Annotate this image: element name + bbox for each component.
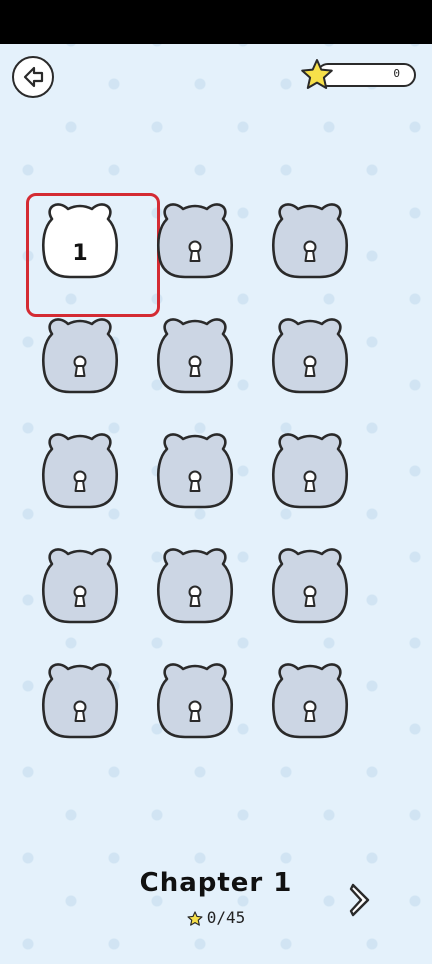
keyhole-icon	[188, 240, 202, 262]
bear-head-icon	[41, 433, 119, 509]
level-tile-locked[interactable]	[30, 657, 130, 757]
keyhole-icon	[188, 585, 202, 607]
bear-head-icon	[41, 318, 119, 394]
level-tile-locked[interactable]	[145, 427, 245, 527]
level-number: 1	[72, 241, 88, 266]
level-tile[interactable]: 1	[30, 197, 130, 297]
chevron-right-icon	[349, 883, 370, 917]
keyhole-icon	[303, 585, 317, 607]
bear-head-icon	[271, 203, 349, 279]
level-tile-locked[interactable]	[30, 542, 130, 642]
back-button[interactable]	[12, 56, 54, 98]
keyhole-icon	[73, 700, 87, 722]
level-tile-locked[interactable]	[145, 312, 245, 412]
keyhole-icon	[303, 470, 317, 492]
bear-head-icon	[156, 203, 234, 279]
bear-head-icon	[41, 548, 119, 624]
keyhole-icon	[73, 470, 87, 492]
back-arrow-icon	[23, 66, 44, 88]
star-count: 0	[393, 67, 400, 80]
star-icon	[301, 59, 333, 89]
keyhole-icon	[188, 700, 202, 722]
bear-head-icon	[156, 433, 234, 509]
status-bar	[0, 0, 432, 44]
keyhole-icon	[188, 355, 202, 377]
keyhole-icon	[303, 700, 317, 722]
keyhole-icon	[73, 355, 87, 377]
keyhole-icon	[188, 470, 202, 492]
bear-head-icon	[271, 548, 349, 624]
bear-head-icon	[156, 318, 234, 394]
keyhole-icon	[303, 355, 317, 377]
level-tile-locked[interactable]	[145, 657, 245, 757]
bear-head-icon	[41, 663, 119, 739]
bear-head-icon	[156, 663, 234, 739]
level-tile-locked[interactable]	[260, 542, 360, 642]
keyhole-icon	[73, 585, 87, 607]
star-icon	[187, 910, 203, 926]
next-chapter-button[interactable]	[346, 880, 376, 920]
level-tile-locked[interactable]	[145, 542, 245, 642]
bear-head-icon	[156, 548, 234, 624]
level-tile-locked[interactable]	[260, 427, 360, 527]
level-tile-locked[interactable]	[260, 657, 360, 757]
bear-head-icon	[271, 318, 349, 394]
level-tile-locked[interactable]	[260, 312, 360, 412]
progress-text: 0/45	[206, 908, 246, 927]
bear-head-icon	[271, 663, 349, 739]
bear-head-icon	[271, 433, 349, 509]
level-tile-locked[interactable]	[145, 197, 245, 297]
star-counter: 0	[300, 58, 418, 92]
level-tile-locked[interactable]	[30, 312, 130, 412]
keyhole-icon	[303, 240, 317, 262]
level-tile-locked[interactable]	[260, 197, 360, 297]
level-tile-locked[interactable]	[30, 427, 130, 527]
